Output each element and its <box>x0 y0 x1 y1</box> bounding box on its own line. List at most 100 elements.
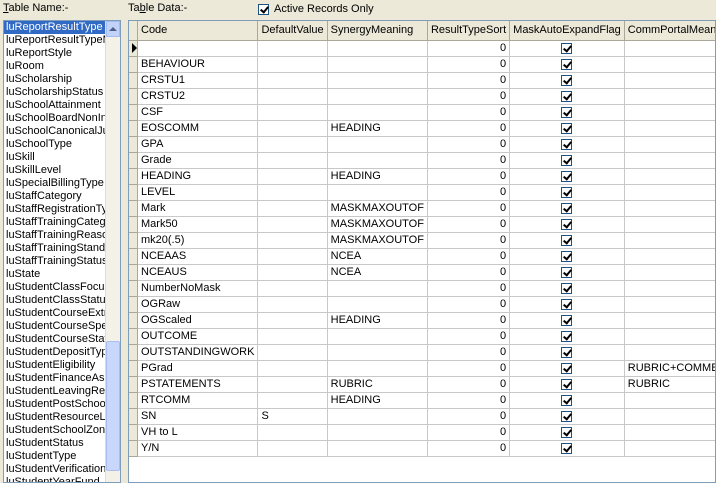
mask-auto-expand-checkbox-cell[interactable] <box>509 120 625 137</box>
table-list-item[interactable]: luStaffTrainingCatego <box>4 216 106 229</box>
column-header[interactable]: SynergyMeaning <box>327 21 428 41</box>
table-list-item[interactable]: luStaffTrainingStatus <box>4 255 106 268</box>
table-cell[interactable] <box>624 232 715 249</box>
row-selector[interactable] <box>129 136 138 153</box>
row-selector[interactable] <box>129 408 138 425</box>
table-cell[interactable] <box>257 104 328 121</box>
table-cell[interactable] <box>624 328 715 345</box>
table-cell[interactable]: OGRaw <box>137 296 259 313</box>
list-vertical-scrollbar[interactable] <box>105 21 120 482</box>
table-cell[interactable] <box>257 280 328 297</box>
row-selector[interactable] <box>129 424 138 441</box>
table-cell[interactable]: RTCOMM <box>137 392 259 409</box>
table-cell[interactable]: RUBRIC+COMMENT <box>624 360 715 377</box>
table-cell[interactable]: 0 <box>427 56 511 73</box>
table-cell[interactable] <box>624 424 715 441</box>
table-list-item[interactable]: luStudentLeavingRea <box>4 385 106 398</box>
table-cell[interactable]: 0 <box>427 408 511 425</box>
table-list-item[interactable]: luStaffRegistrationTyp <box>4 203 106 216</box>
table-cell[interactable]: RUBRIC <box>624 376 715 393</box>
table-cell[interactable] <box>257 200 328 217</box>
table-cell[interactable]: GPA <box>137 136 259 153</box>
cell-checkbox[interactable] <box>561 362 573 374</box>
row-selector[interactable] <box>129 376 138 393</box>
cell-checkbox[interactable] <box>561 218 573 230</box>
row-selector[interactable] <box>129 152 138 169</box>
table-list-item[interactable]: luStudentFinanceAss <box>4 372 106 385</box>
table-list-item[interactable]: luStudentCourseStatu <box>4 333 106 346</box>
row-selector[interactable] <box>129 392 138 409</box>
column-header[interactable]: DefaultValue <box>257 21 328 41</box>
table-cell[interactable] <box>327 424 428 441</box>
cell-checkbox[interactable] <box>561 154 573 166</box>
table-cell[interactable]: OUTCOME <box>137 328 259 345</box>
table-cell[interactable] <box>327 136 428 153</box>
cell-checkbox[interactable] <box>561 42 573 54</box>
cell-checkbox[interactable] <box>561 394 573 406</box>
table-cell[interactable]: HEADING <box>327 168 428 185</box>
table-cell[interactable]: 0 <box>427 376 511 393</box>
table-cell[interactable]: HEADING <box>137 168 259 185</box>
mask-auto-expand-checkbox-cell[interactable] <box>509 360 625 377</box>
mask-auto-expand-checkbox-cell[interactable] <box>509 344 625 361</box>
mask-auto-expand-checkbox-cell[interactable] <box>509 280 625 297</box>
table-cell[interactable] <box>257 40 328 57</box>
table-cell[interactable]: 0 <box>427 184 511 201</box>
table-row[interactable]: NumberNoMask 0 <box>129 280 715 297</box>
mask-auto-expand-checkbox-cell[interactable] <box>509 152 625 169</box>
table-cell[interactable]: OUTSTANDINGWORK <box>137 344 259 361</box>
table-cell[interactable]: OGScaled <box>137 312 259 329</box>
table-row[interactable]: LEVEL 0 <box>129 184 715 201</box>
cell-checkbox[interactable] <box>561 170 573 182</box>
table-cell[interactable] <box>257 232 328 249</box>
mask-auto-expand-checkbox-cell[interactable] <box>509 248 625 265</box>
table-cell[interactable]: NCEA <box>327 264 428 281</box>
table-list-item[interactable]: luStaffCategory <box>4 190 106 203</box>
row-selector[interactable] <box>129 184 138 201</box>
table-row[interactable]: CRSTU1 0 <box>129 72 715 89</box>
table-row[interactable]: Grade 0 <box>129 152 715 169</box>
row-selector[interactable] <box>129 296 138 313</box>
table-list-item[interactable]: luStudentStatus <box>4 437 106 450</box>
table-cell[interactable]: 0 <box>427 72 511 89</box>
table-list-item[interactable]: luState <box>4 268 106 281</box>
table-list-item[interactable]: luStudentType <box>4 450 106 463</box>
table-cell[interactable] <box>624 216 715 233</box>
table-list-item[interactable]: luStudentSchoolZone <box>4 424 106 437</box>
table-cell[interactable] <box>257 360 328 377</box>
table-list-item[interactable]: luSchoolAttainment <box>4 99 106 112</box>
mask-auto-expand-checkbox-cell[interactable] <box>509 392 625 409</box>
table-name-list[interactable]: luReportResultType luReportResultTypeM luR… <box>3 20 121 483</box>
cell-checkbox[interactable] <box>561 330 573 342</box>
table-row[interactable]: Mark MASKMAXOUTOF 0 <box>129 200 715 217</box>
table-cell[interactable] <box>624 104 715 121</box>
checkbox-box[interactable] <box>258 3 269 15</box>
mask-auto-expand-checkbox-cell[interactable] <box>509 376 625 393</box>
table-cell[interactable]: PGrad <box>137 360 259 377</box>
table-list-item[interactable]: luScholarshipStatus <box>4 86 106 99</box>
table-cell[interactable]: 0 <box>427 264 511 281</box>
table-cell[interactable] <box>624 312 715 329</box>
cell-checkbox[interactable] <box>561 314 573 326</box>
table-list-item[interactable]: luStudentDepositTyp <box>4 346 106 359</box>
mask-auto-expand-checkbox-cell[interactable] <box>509 88 625 105</box>
table-cell[interactable] <box>327 296 428 313</box>
mask-auto-expand-checkbox-cell[interactable] <box>509 296 625 313</box>
mask-auto-expand-checkbox-cell[interactable] <box>509 424 625 441</box>
table-cell[interactable]: NCEAAS <box>137 248 259 265</box>
row-selector[interactable] <box>129 248 138 265</box>
table-cell[interactable] <box>257 376 328 393</box>
table-cell[interactable]: Y/N <box>137 440 259 457</box>
table-cell[interactable] <box>257 248 328 265</box>
table-cell[interactable]: BEHAVIOUR <box>137 56 259 73</box>
column-header[interactable]: ResultTypeSort <box>427 21 511 41</box>
table-cell[interactable]: 0 <box>427 328 511 345</box>
table-cell[interactable] <box>624 280 715 297</box>
table-cell[interactable] <box>257 424 328 441</box>
table-row[interactable]: Y/N 0 <box>129 440 715 457</box>
table-cell[interactable] <box>624 136 715 153</box>
cell-checkbox[interactable] <box>561 58 573 70</box>
table-list-item[interactable]: luReportResultType <box>4 21 106 34</box>
table-row[interactable]: RTCOMM HEADING 0 <box>129 392 715 409</box>
table-list-item[interactable]: luSpecialBillingType <box>4 177 106 190</box>
